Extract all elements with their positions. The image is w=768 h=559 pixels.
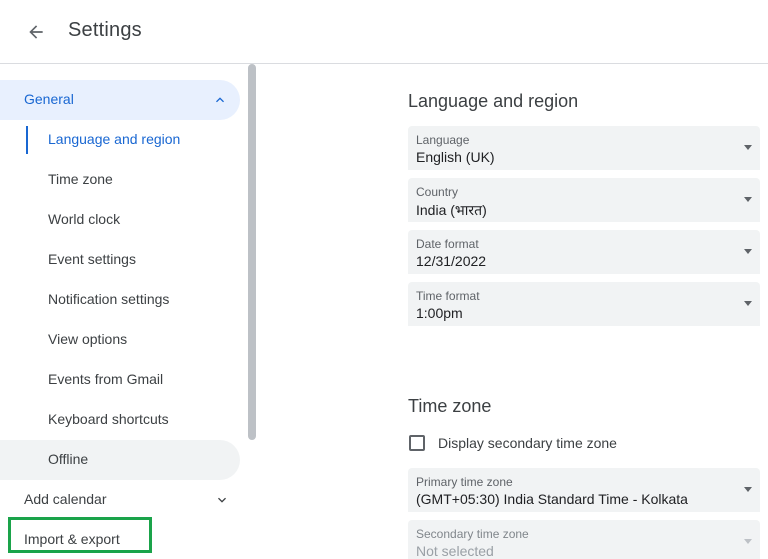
primary-time-zone-select[interactable]: Primary time zone (GMT+05:30) India Stan… bbox=[408, 468, 760, 512]
field-label: Country bbox=[416, 185, 459, 199]
sidebar-item-events-from-gmail[interactable]: Events from Gmail bbox=[0, 360, 240, 400]
dropdown-arrow-icon bbox=[744, 249, 752, 254]
sidebar-item-add-calendar[interactable]: Add calendar bbox=[0, 480, 240, 520]
chevron-down-icon bbox=[218, 497, 226, 503]
dropdown-arrow-icon bbox=[744, 301, 752, 306]
dropdown-arrow-icon bbox=[744, 487, 752, 492]
checkbox-label: Display secondary time zone bbox=[438, 435, 617, 451]
field-value: English (UK) bbox=[416, 149, 495, 165]
field-value: India (भारत) bbox=[416, 202, 487, 218]
sidebar-item-label: Events from Gmail bbox=[48, 371, 164, 387]
settings-content: Language and region Language English (UK… bbox=[408, 64, 760, 559]
sidebar-item-time-zone[interactable]: Time zone bbox=[0, 160, 240, 200]
settings-sidebar: General Language and region Time zone Wo… bbox=[0, 64, 258, 559]
dropdown-arrow-icon bbox=[744, 197, 752, 202]
date-format-select[interactable]: Date format 12/31/2022 bbox=[408, 230, 760, 274]
secondary-time-zone-select: Secondary time zone Not selected bbox=[408, 520, 760, 559]
sidebar-item-label: Event settings bbox=[48, 251, 136, 267]
sidebar-item-world-clock[interactable]: World clock bbox=[0, 200, 240, 240]
active-indicator bbox=[26, 126, 28, 154]
field-label: Date format bbox=[416, 237, 479, 251]
field-label: Primary time zone bbox=[416, 475, 513, 489]
page-title: Settings bbox=[68, 19, 142, 41]
language-select[interactable]: Language English (UK) bbox=[408, 126, 760, 170]
section-title-language-and-region: Language and region bbox=[408, 91, 579, 111]
country-select[interactable]: Country India (भारत) bbox=[408, 178, 760, 222]
sidebar-item-notification-settings[interactable]: Notification settings bbox=[0, 280, 240, 320]
sidebar-item-label: Add calendar bbox=[24, 491, 107, 507]
sidebar-item-label: View options bbox=[48, 331, 128, 347]
sidebar-item-label: Time zone bbox=[48, 171, 113, 187]
field-value: 1:00pm bbox=[416, 305, 463, 321]
dropdown-arrow-icon bbox=[744, 539, 752, 544]
sidebar-item-event-settings[interactable]: Event settings bbox=[0, 240, 240, 280]
arrow-back-icon bbox=[29, 25, 43, 39]
back-button[interactable] bbox=[18, 14, 54, 50]
sidebar-item-keyboard-shortcuts[interactable]: Keyboard shortcuts bbox=[0, 400, 240, 440]
chevron-up-icon bbox=[216, 97, 224, 103]
field-label: Language bbox=[416, 133, 470, 147]
settings-header: Settings bbox=[0, 0, 768, 64]
sidebar-item-label: Offline bbox=[48, 451, 89, 467]
sidebar-item-label: Notification settings bbox=[48, 291, 170, 307]
sidebar-item-offline[interactable]: Offline bbox=[0, 440, 240, 480]
sidebar-item-import-export[interactable]: Import & export bbox=[0, 520, 240, 559]
sidebar-scrollbar[interactable] bbox=[248, 64, 256, 440]
field-label: Secondary time zone bbox=[416, 527, 529, 541]
section-title-time-zone: Time zone bbox=[408, 396, 492, 416]
sidebar-item-label: Import & export bbox=[24, 531, 120, 547]
dropdown-arrow-icon bbox=[744, 145, 752, 150]
sidebar-item-label: Language and region bbox=[48, 131, 181, 147]
field-value: 12/31/2022 bbox=[416, 253, 487, 269]
sidebar-item-label: World clock bbox=[48, 211, 121, 227]
sidebar-item-language-and-region[interactable]: Language and region bbox=[0, 120, 240, 160]
field-value: Not selected bbox=[416, 543, 494, 559]
field-label: Time format bbox=[416, 289, 480, 303]
secondary-time-zone-toggle[interactable]: Display secondary time zone bbox=[408, 432, 760, 456]
secondary-time-zone-checkbox[interactable] bbox=[409, 435, 425, 451]
time-format-select[interactable]: Time format 1:00pm bbox=[408, 282, 760, 326]
sidebar-item-general[interactable]: General bbox=[0, 80, 240, 120]
sidebar-item-label: General bbox=[24, 91, 74, 107]
sidebar-item-view-options[interactable]: View options bbox=[0, 320, 240, 360]
sidebar-item-label: Keyboard shortcuts bbox=[48, 411, 169, 427]
field-value: (GMT+05:30) India Standard Time - Kolkat… bbox=[416, 491, 688, 507]
